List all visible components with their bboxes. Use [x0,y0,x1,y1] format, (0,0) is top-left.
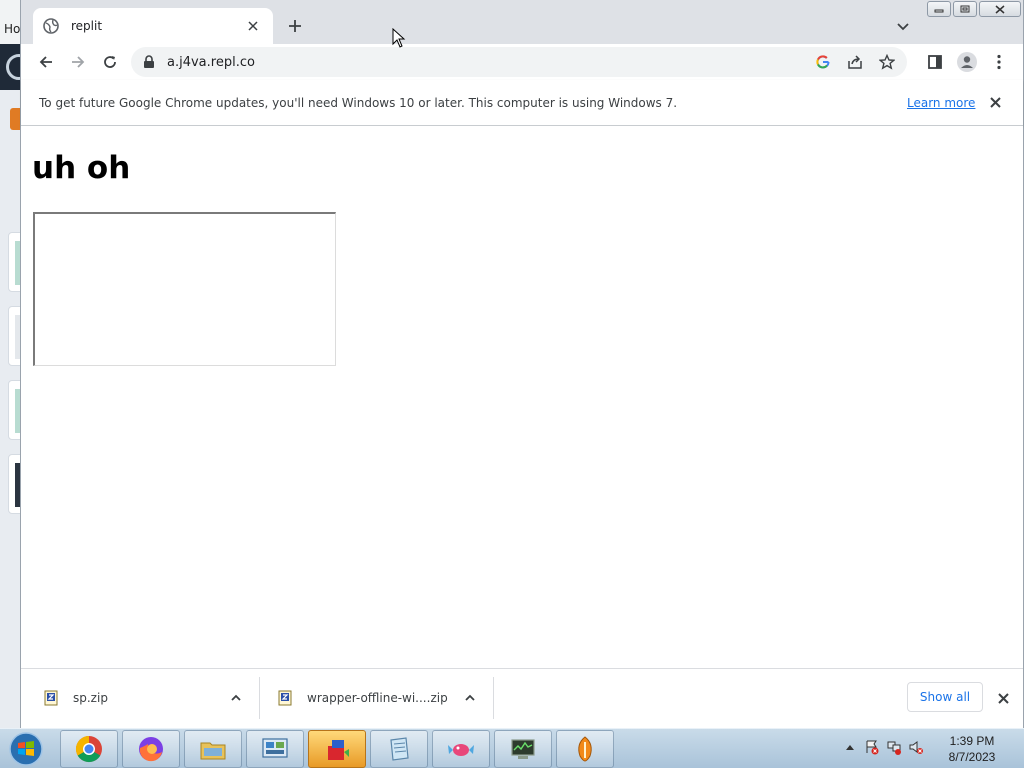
profile-icon [957,52,977,72]
share-icon[interactable] [843,52,867,72]
taskbar-candy-app[interactable] [432,730,490,768]
kebab-menu-icon [997,54,1001,70]
new-tab-button[interactable] [283,14,307,38]
chevron-down-icon [897,23,909,31]
download-name: wrapper-offline-wi....zip [307,691,448,705]
tab-title: replit [71,19,103,33]
download-separator [259,677,260,719]
clock-time: 1:39 PM [949,734,995,748]
restore-icon [960,5,970,13]
taskbar-control-panel[interactable] [246,730,304,768]
chevron-up-icon[interactable] [229,691,243,705]
download-item[interactable]: sp.zip [43,669,259,727]
taskbar-firefox[interactable] [122,730,180,768]
taskbar-clock[interactable]: 1:39 PM 8/7/2023 [940,733,1004,765]
downloads-bar: sp.zip wrapper-offline-wi....zip Show al… [21,668,1023,728]
url-text[interactable]: a.j4va.repl.co [167,55,255,70]
volume-muted-icon[interactable] [908,739,924,755]
lock-icon[interactable] [143,55,155,69]
clock-date: 8/7/2023 [948,750,996,764]
side-panel-button[interactable] [919,46,951,78]
toolbar-right [919,46,1015,78]
windows-start-icon [9,732,43,766]
tab-replit[interactable]: replit [33,8,273,44]
back-button[interactable] [30,46,62,78]
background-window-tab-text: Ho [4,22,21,36]
control-panel-icon [262,738,288,758]
tab-close-icon[interactable] [243,16,263,36]
close-icon [997,692,1009,704]
minimize-icon [934,9,944,13]
page-content: uh oh [21,126,1023,666]
system-monitor-icon [511,739,535,759]
close-icon [989,97,1001,108]
taskbar-chrome[interactable] [60,730,118,768]
address-bar[interactable]: a.j4va.repl.co [131,47,907,77]
download-name: sp.zip [73,691,108,705]
page-heading: uh oh [32,150,131,186]
file-explorer-icon [200,742,226,760]
taskbar-notepad[interactable] [370,730,428,768]
infobar-close-button[interactable] [985,93,1005,113]
browser-toolbar: a.j4va.repl.co [21,44,1023,80]
zip-file-icon [44,690,58,706]
downloads-close-button[interactable] [993,688,1013,708]
arrow-right-icon [72,56,85,68]
tab-search-button[interactable] [893,16,913,36]
notepad-icon [390,737,409,761]
reload-button[interactable] [94,46,126,78]
arrow-left-icon [39,56,52,68]
minimize-button[interactable] [927,1,951,17]
chevron-up-icon[interactable] [463,691,477,705]
side-panel-icon [928,55,942,69]
learn-more-link[interactable]: Learn more [907,96,975,110]
update-infobar: To get future Google Chrome updates, you… [21,80,1023,126]
omnibox-actions [811,52,899,72]
taskbar-system-monitor[interactable] [494,730,552,768]
infobar-message: To get future Google Chrome updates, you… [39,95,678,110]
app-builder-icon [328,740,349,760]
chrome-icon [75,735,102,763]
globe-icon [43,18,59,34]
windows-taskbar: 1:39 PM 8/7/2023 [0,728,1024,768]
taskbar-app-builder[interactable] [308,730,366,768]
close-icon [995,4,1005,14]
profile-button[interactable] [951,46,983,78]
embedded-frame[interactable] [33,212,336,366]
system-tray [842,739,924,755]
chrome-window: replit a.j4va.repl.co To get future Goog… [20,0,1024,728]
fl-studio-icon [578,736,592,762]
action-center-icon[interactable] [864,739,880,755]
reload-icon [104,56,116,68]
star-icon[interactable] [875,52,899,72]
mouse-cursor-icon [392,28,406,48]
zip-file-icon [278,690,292,706]
window-controls [927,1,1021,17]
plus-icon [289,20,301,32]
download-item[interactable]: wrapper-offline-wi....zip [277,669,493,727]
tray-expand-icon[interactable] [842,739,858,755]
start-button[interactable] [6,730,46,768]
window-close-button[interactable] [979,1,1021,17]
restore-button[interactable] [953,1,977,17]
download-separator [493,677,494,719]
taskbar-file-explorer[interactable] [184,730,242,768]
network-icon[interactable] [886,739,902,755]
forward-button[interactable] [62,46,94,78]
candy-app-icon [448,744,474,756]
show-all-button[interactable]: Show all [907,682,983,712]
firefox-icon [139,737,163,762]
google-icon[interactable] [811,52,835,72]
taskbar-fl-studio[interactable] [556,730,614,768]
tab-strip: replit [21,0,1023,44]
menu-button[interactable] [983,46,1015,78]
